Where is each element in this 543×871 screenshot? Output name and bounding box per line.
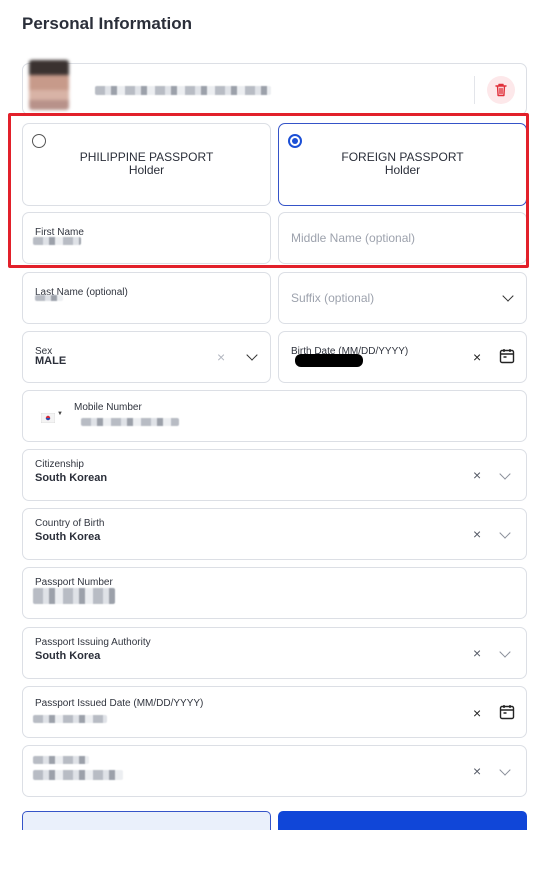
chevron-down-icon[interactable] (499, 764, 511, 776)
redacted-select-label (33, 756, 89, 764)
south-korea-flag-icon (40, 412, 56, 424)
bottom-fade (0, 830, 543, 871)
mobile-number-label: Mobile Number (74, 402, 142, 413)
divider (474, 76, 475, 104)
delete-button[interactable] (487, 76, 515, 104)
sex-value: MALE (35, 355, 67, 367)
trash-icon (495, 83, 507, 97)
country-of-birth-value: South Korea (35, 531, 101, 543)
birth-date-field[interactable]: Birth Date (MM/DD/YYYY) × (278, 331, 527, 383)
suffix-select[interactable]: Suffix (optional) (278, 272, 527, 324)
citizenship-value: South Korean (35, 472, 108, 484)
country-of-birth-select[interactable]: Country of Birth South Korea × (22, 508, 527, 560)
profile-name-redacted (95, 86, 271, 95)
country-of-birth-label: Country of Birth (35, 518, 105, 529)
chevron-down-icon[interactable] (246, 349, 258, 361)
sex-select[interactable]: Sex MALE × (22, 331, 271, 383)
passport-issued-date-value-redacted (33, 715, 107, 723)
mobile-number-value-redacted (81, 418, 179, 426)
clear-icon[interactable]: × (217, 350, 225, 364)
passport-issued-date-label: Passport Issued Date (MM/DD/YYYY) (35, 698, 204, 709)
country-code-picker[interactable]: ▼ (40, 410, 65, 424)
suffix-placeholder: Suffix (optional) (291, 291, 375, 305)
clear-icon[interactable]: × (473, 764, 481, 778)
passport-number-label: Passport Number (35, 577, 113, 588)
passport-number-field[interactable]: Passport Number (22, 567, 527, 619)
chevron-down-icon[interactable] (499, 646, 511, 658)
avatar (29, 60, 69, 110)
clear-icon[interactable]: × (473, 350, 481, 364)
passport-issuing-authority-value: South Korea (35, 650, 101, 662)
last-name-field[interactable]: Last Name (optional) (22, 272, 271, 324)
last-name-value-redacted (35, 295, 63, 301)
calendar-icon[interactable] (499, 704, 515, 720)
birth-date-value-redacted (295, 354, 363, 367)
clear-icon[interactable]: × (473, 706, 481, 720)
clear-icon[interactable]: × (473, 527, 481, 541)
profile-card (22, 60, 527, 115)
redacted-select-value (33, 770, 123, 780)
highlight-box (8, 113, 529, 268)
redacted-select[interactable]: × (22, 745, 527, 797)
chevron-down-icon[interactable] (499, 527, 511, 539)
clear-icon[interactable]: × (473, 468, 481, 482)
clear-icon[interactable]: × (473, 646, 481, 660)
page-title: Personal Information (22, 14, 193, 33)
passport-number-value-redacted (33, 588, 115, 604)
caret-down-icon: ▼ (57, 411, 63, 417)
chevron-down-icon[interactable] (499, 468, 511, 480)
citizenship-select[interactable]: Citizenship South Korean × (22, 449, 527, 501)
calendar-icon[interactable] (499, 348, 515, 364)
passport-issuing-authority-select[interactable]: Passport Issuing Authority South Korea × (22, 627, 527, 679)
passport-issuing-authority-label: Passport Issuing Authority (35, 637, 151, 648)
passport-issued-date-field[interactable]: Passport Issued Date (MM/DD/YYYY) × (22, 686, 527, 738)
citizenship-label: Citizenship (35, 459, 84, 470)
mobile-number-field[interactable]: ▼ Mobile Number (22, 390, 527, 442)
chevron-down-icon[interactable] (502, 290, 514, 302)
